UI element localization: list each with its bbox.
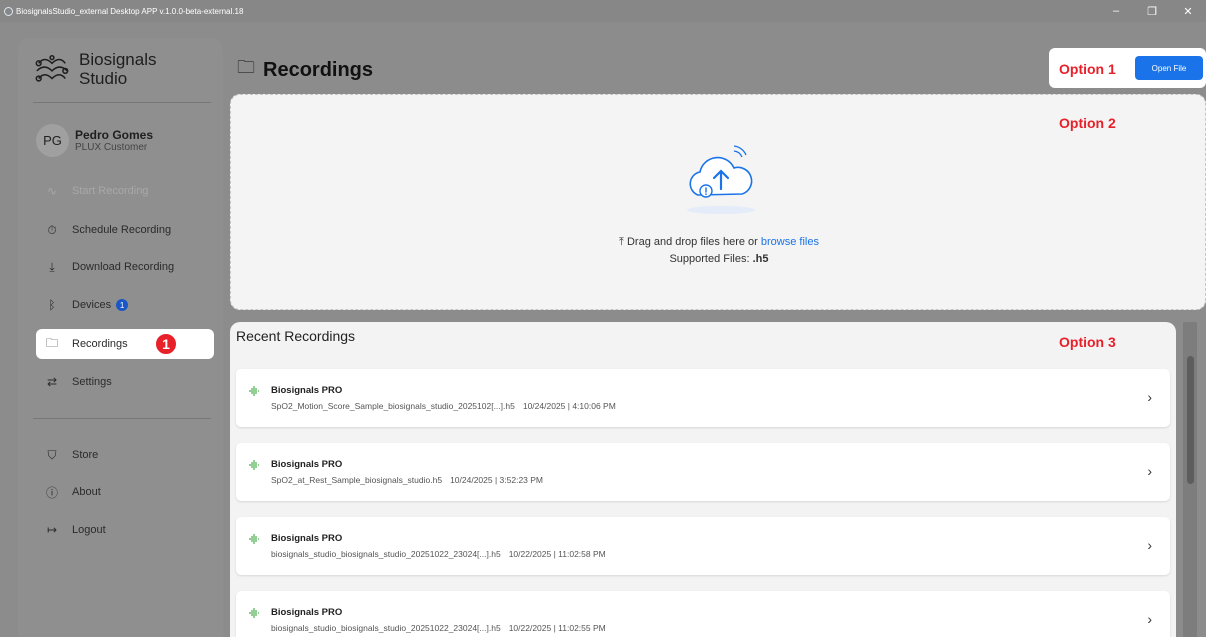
- pulse-icon: ∿: [46, 184, 58, 198]
- sidebar: Biosignals Studio PG Pedro Gomes PLUX Cu…: [18, 38, 223, 637]
- scrollbar-thumb[interactable]: [1187, 356, 1194, 484]
- sidebar-item-label: Store: [72, 449, 99, 461]
- signal-wave-icon: [249, 460, 259, 470]
- recording-device: Biosignals PRO: [271, 385, 343, 396]
- cart-icon: ⛉: [47, 447, 57, 462]
- user-profile[interactable]: PG Pedro Gomes PLUX Customer: [36, 124, 153, 157]
- sidebar-divider: [33, 102, 211, 103]
- browse-files-link[interactable]: browse files: [761, 236, 819, 248]
- download-icon: ⤓: [49, 259, 55, 274]
- option3-label: Option 3: [1059, 334, 1116, 350]
- recording-row[interactable]: Biosignals PRO SpO2_at_Rest_Sample_biosi…: [236, 443, 1170, 501]
- logo-text: Biosignals Studio: [79, 50, 157, 88]
- chevron-right-icon[interactable]: ›: [1147, 389, 1152, 405]
- info-icon: ⓘ: [45, 485, 58, 500]
- option2-label: Option 2: [1059, 115, 1116, 131]
- recording-meta: SpO2_Motion_Score_Sample_biosignals_stud…: [271, 401, 616, 411]
- recording-timestamp: 10/22/2025 | 11:02:55 PM: [508, 623, 606, 633]
- sidebar-item-start-recording[interactable]: ∿ Start Recording: [36, 176, 214, 206]
- recording-timestamp: 10/24/2025 | 4:10:06 PM: [522, 401, 616, 411]
- sidebar-item-store[interactable]: ⛉ Store: [36, 440, 214, 470]
- file-dropzone[interactable]: Option 2 ⤒ Drag and drop files here or b…: [230, 94, 1206, 310]
- sidebar-item-label: Logout: [72, 524, 106, 536]
- sidebar-item-label: Start Recording: [72, 185, 149, 197]
- logo-line-1: Biosignals: [79, 50, 157, 69]
- recording-device: Biosignals PRO: [271, 533, 343, 544]
- sidebar-item-about[interactable]: ⓘ About: [36, 477, 214, 507]
- recording-meta: SpO2_at_Rest_Sample_biosignals_studio.h5…: [271, 475, 543, 485]
- sidebar-item-devices[interactable]: ᛒ Devices 1: [36, 290, 214, 320]
- upload-icon: ⤒: [619, 236, 624, 248]
- sidebar-item-label: Recordings: [72, 338, 128, 350]
- recent-recordings-title: Recent Recordings: [236, 328, 356, 344]
- sidebar-item-settings[interactable]: ⇄ Settings: [36, 367, 214, 397]
- signal-wave-icon: [249, 608, 259, 618]
- recording-row[interactable]: Biosignals PRO biosignals_studio_biosign…: [236, 591, 1170, 637]
- window-titlebar: BiosignalsStudio_external Desktop APP v.…: [0, 0, 1206, 22]
- sidebar-item-label: Settings: [72, 376, 112, 388]
- sidebar-item-logout[interactable]: ↦ Logout: [36, 515, 214, 545]
- close-button[interactable]: ✕: [1170, 0, 1206, 22]
- logout-icon: ↦: [46, 523, 58, 537]
- page-title-text: Recordings: [263, 58, 374, 81]
- brain-logo-icon: [35, 54, 69, 82]
- user-role: PLUX Customer: [75, 142, 148, 153]
- logo-line-2: Studio: [79, 69, 128, 88]
- minimize-button[interactable]: –: [1098, 0, 1134, 22]
- sidebar-item-schedule-recording[interactable]: ⏱ Schedule Recording: [36, 215, 214, 245]
- recording-timestamp: 10/22/2025 | 11:02:58 PM: [508, 549, 606, 559]
- supported-files: Supported Files: .h5: [231, 253, 1206, 265]
- dropzone-text: Drag and drop files here or: [626, 236, 758, 248]
- recording-filename: SpO2_at_Rest_Sample_biosignals_studio.h5: [271, 475, 443, 485]
- supported-files-label: Supported Files:: [669, 253, 750, 265]
- signal-wave-icon: [249, 386, 259, 396]
- callout-badge: 1: [154, 332, 178, 356]
- window-title: BiosignalsStudio_external Desktop APP v.…: [16, 6, 244, 16]
- chevron-right-icon[interactable]: ›: [1147, 611, 1152, 627]
- folder-icon: 🗀: [45, 335, 58, 350]
- sidebar-item-download-recording[interactable]: ⤓ Download Recording: [36, 252, 214, 282]
- sidebar-item-label: Schedule Recording: [72, 224, 172, 236]
- open-file-button[interactable]: Open File: [1135, 56, 1203, 80]
- option1-label: Option 1: [1059, 61, 1116, 77]
- recording-filename: biosignals_studio_biosignals_studio_2025…: [271, 549, 501, 559]
- recording-meta: biosignals_studio_biosignals_studio_2025…: [271, 549, 606, 559]
- app-logo: Biosignals Studio: [33, 50, 157, 88]
- app-icon: [4, 6, 13, 16]
- bluetooth-icon: ᛒ: [48, 298, 56, 312]
- sidebar-item-label: Download Recording: [72, 261, 175, 273]
- window-controls: – ❐ ✕: [1098, 0, 1206, 22]
- chevron-right-icon[interactable]: ›: [1147, 537, 1152, 553]
- supported-files-ext: .h5: [752, 253, 769, 265]
- recording-device: Biosignals PRO: [271, 459, 343, 470]
- recording-device: Biosignals PRO: [271, 607, 343, 618]
- maximize-button[interactable]: ❐: [1134, 0, 1170, 22]
- page-title: 🗀 Recordings: [237, 55, 373, 85]
- folder-icon: 🗀: [237, 57, 255, 77]
- recording-row[interactable]: Biosignals PRO SpO2_Motion_Score_Sample_…: [236, 369, 1170, 427]
- sidebar-divider: [33, 418, 211, 419]
- recent-recordings-panel: Recent Recordings Option 3 Biosignals PR…: [230, 322, 1176, 637]
- dropzone-instruction: ⤒ Drag and drop files here or browse fil…: [231, 236, 1206, 249]
- recording-timestamp: 10/24/2025 | 3:52:23 PM: [450, 475, 544, 485]
- devices-count-badge: 1: [116, 299, 129, 311]
- recording-filename: biosignals_studio_biosignals_studio_2025…: [271, 623, 501, 633]
- chevron-right-icon[interactable]: ›: [1147, 463, 1152, 479]
- settings-icon: ⇄: [46, 375, 58, 389]
- recording-meta: biosignals_studio_biosignals_studio_2025…: [271, 623, 606, 633]
- sidebar-item-label: Devices: [72, 299, 112, 311]
- avatar: PG: [36, 124, 69, 157]
- recording-row[interactable]: Biosignals PRO biosignals_studio_biosign…: [236, 517, 1170, 575]
- option1-box: Option 1 Open File: [1049, 48, 1206, 88]
- signal-wave-icon: [249, 534, 259, 544]
- user-name: Pedro Gomes: [75, 128, 154, 142]
- recording-filename: SpO2_Motion_Score_Sample_biosignals_stud…: [271, 401, 515, 411]
- sidebar-item-label: About: [72, 486, 101, 498]
- sidebar-item-recordings[interactable]: 🗀 Recordings: [36, 329, 214, 359]
- cloud-upload-icon: [687, 145, 755, 214]
- timer-icon: ⏱: [47, 222, 57, 237]
